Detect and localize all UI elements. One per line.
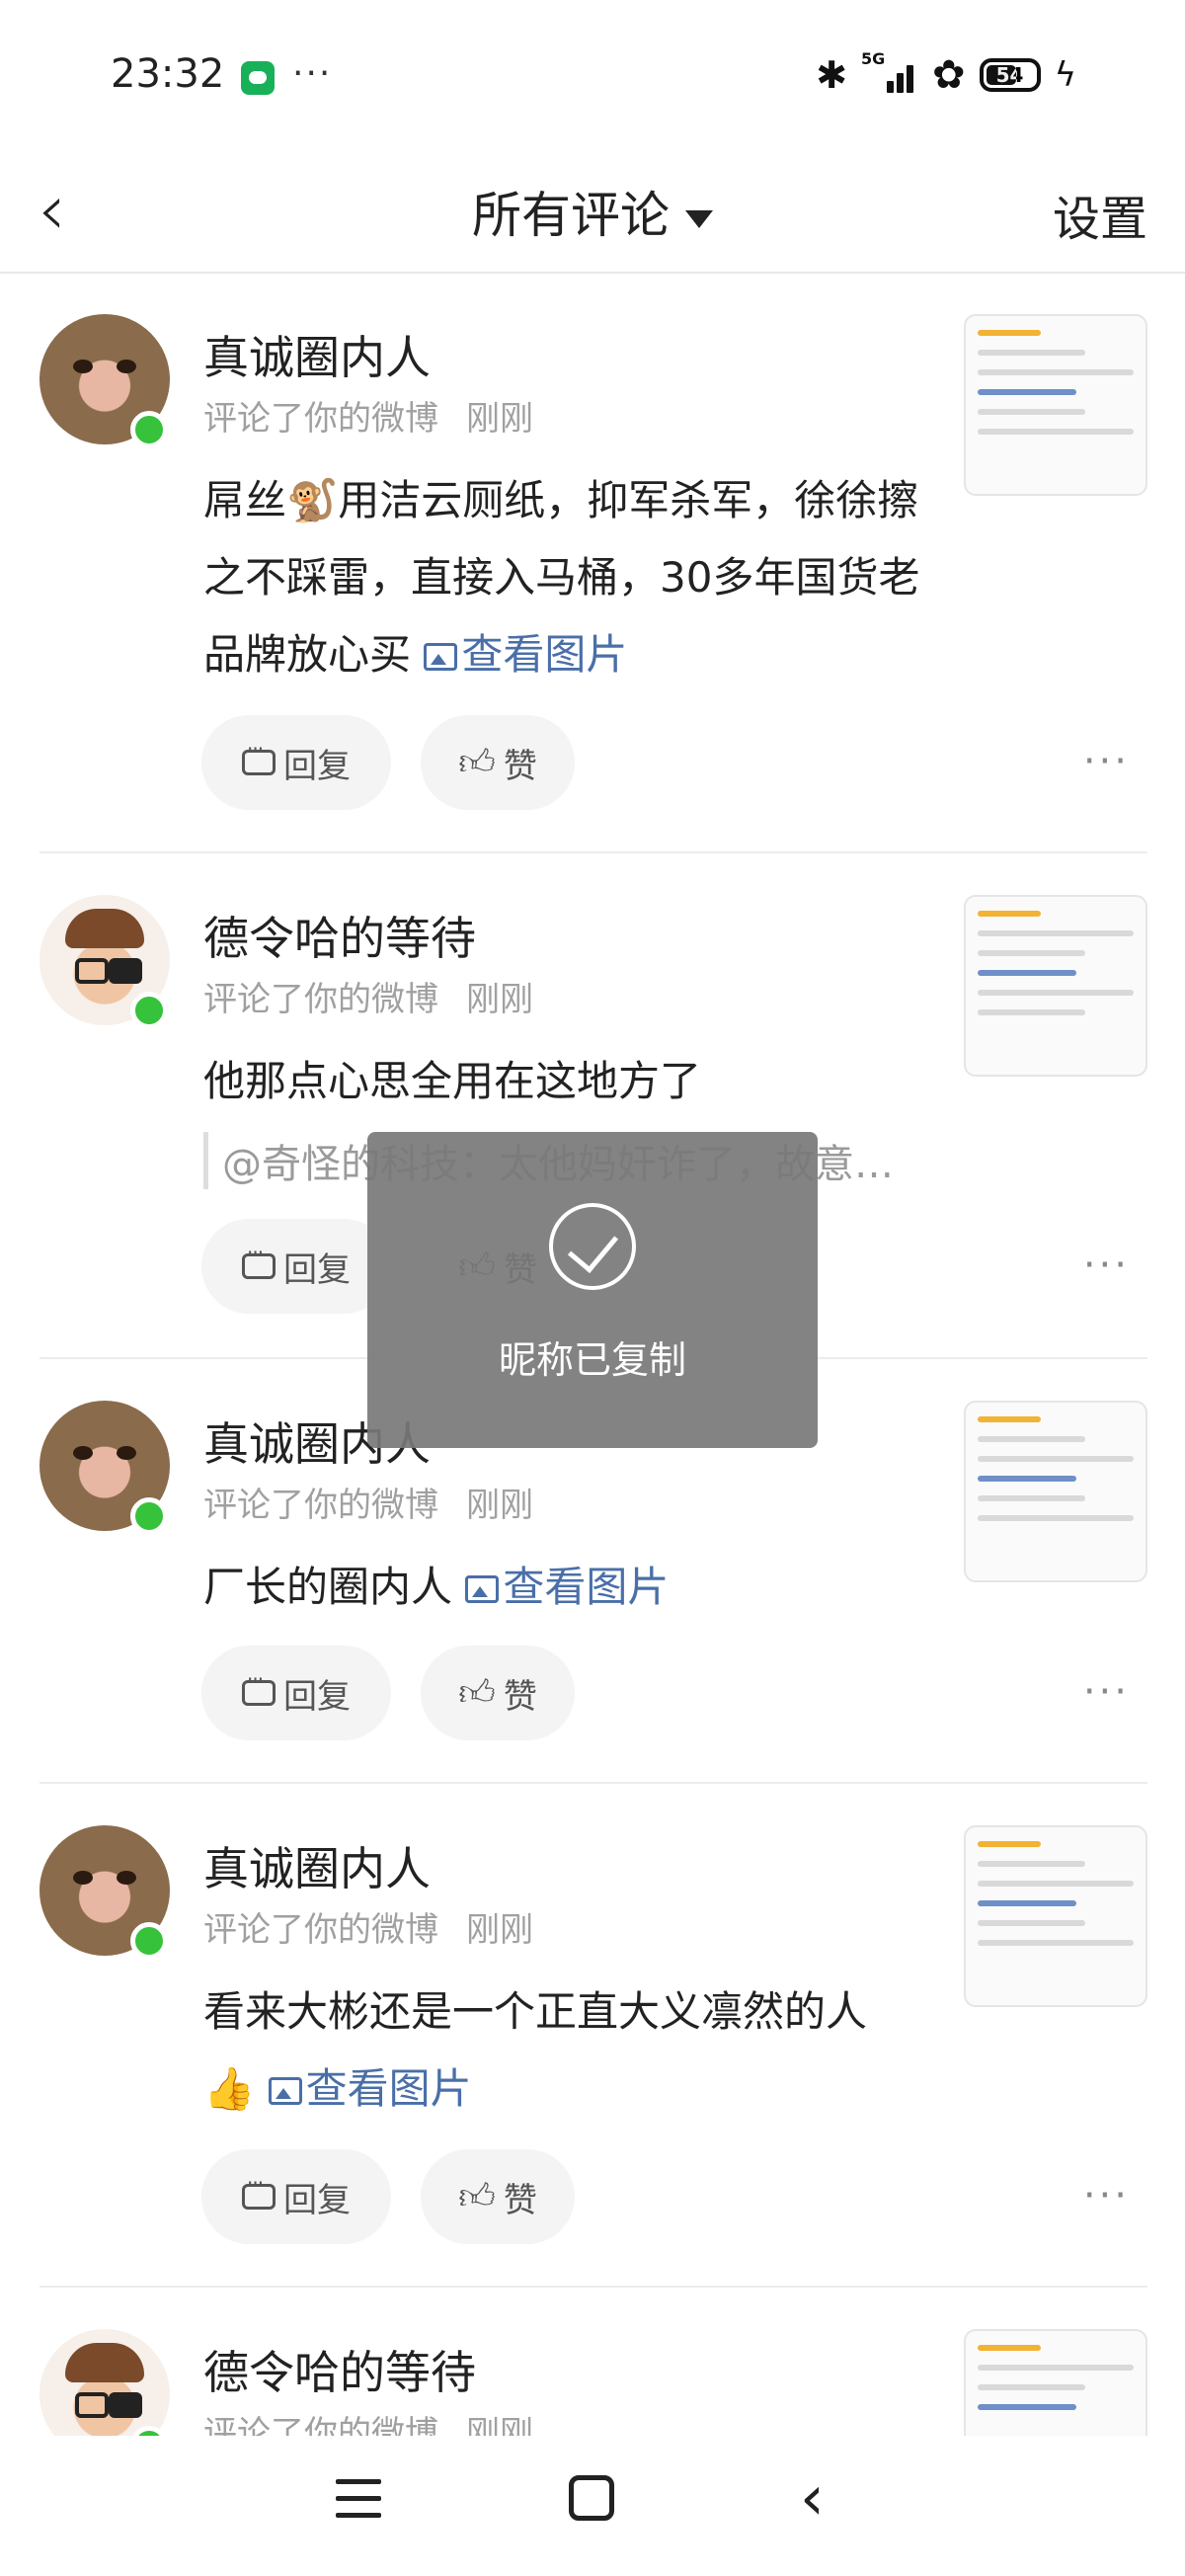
- more-options-icon[interactable]: ···: [1083, 1243, 1130, 1288]
- settings-button[interactable]: 设置: [1053, 180, 1147, 249]
- weibo-thumbnail[interactable]: [964, 895, 1147, 1077]
- comment-meta: 评论了你的微博 刚刚: [203, 1902, 533, 1951]
- image-icon: [465, 1575, 500, 1603]
- thumbs-up-icon: 👍︎: [458, 1673, 496, 1714]
- reply-button[interactable]: 回复: [201, 1646, 391, 1740]
- comment-time: 刚刚: [466, 2414, 533, 2436]
- reply-button[interactable]: 回复: [201, 715, 391, 810]
- weibo-thumbnail[interactable]: [964, 1825, 1147, 2007]
- thumbs-up-icon: 👍︎: [458, 743, 496, 783]
- like-button[interactable]: 👍︎赞: [421, 2149, 575, 2244]
- comment-text: 看来大彬还是一个正直大义凛然的人 👍 查看图片: [203, 1987, 868, 2113]
- system-nav-bar: ‹: [0, 2436, 1185, 2576]
- reply-button[interactable]: 回复: [201, 1219, 391, 1314]
- view-image-link[interactable]: 查看图片: [424, 630, 627, 679]
- status-time: 23:32: [111, 51, 225, 97]
- online-dot-icon: [130, 1497, 168, 1535]
- reply-button[interactable]: 回复: [201, 2149, 391, 2244]
- status-bar: 23:32 ··· ✱ 5G ✿ 54 ϟ: [0, 0, 1185, 158]
- nav-back-icon[interactable]: ‹: [800, 2461, 825, 2534]
- thumbs-up-icon: 👍︎: [458, 2177, 496, 2217]
- comment-text: 他那点心思全用在这地方了: [203, 1057, 702, 1105]
- more-options-icon[interactable]: ···: [1083, 739, 1130, 784]
- divider: [40, 2286, 1147, 2288]
- toast-message: 昵称已复制: [498, 1338, 686, 1382]
- comment-icon: [242, 1667, 276, 1706]
- more-notifications-icon: ···: [292, 53, 333, 94]
- weibo-thumbnail[interactable]: [964, 2329, 1147, 2436]
- status-icons: ✱ 5G ✿ 54 ϟ: [816, 49, 1076, 99]
- like-button[interactable]: 👍︎赞: [421, 715, 575, 810]
- comment-text: 厂长的圈内人 查看图片: [203, 1563, 670, 1611]
- like-button[interactable]: 👍︎赞: [421, 1646, 575, 1740]
- comment-icon: [242, 2171, 276, 2210]
- comment-time: 刚刚: [466, 1910, 533, 1950]
- filter-dropdown[interactable]: 所有评论: [0, 176, 1185, 247]
- comment-action: 评论了你的微博: [203, 1910, 438, 1950]
- menu-icon[interactable]: [336, 2479, 381, 2519]
- caret-down-icon: [685, 209, 713, 228]
- comment-icon: [242, 1241, 276, 1279]
- commenter-name[interactable]: 德令哈的等待: [203, 2337, 476, 2402]
- battery-level: 54: [995, 63, 1024, 87]
- image-icon: [424, 643, 458, 671]
- comment-text: 屌丝🐒用洁云厕纸，抑军杀军，徐徐擦之不踩雷，直接入马桶，30多年国货老品牌放心买…: [203, 476, 920, 679]
- wechat-icon: [241, 61, 275, 95]
- network-type: 5G: [861, 49, 886, 68]
- commenter-name[interactable]: 真诚圈内人: [203, 322, 431, 387]
- comment-action: 评论了你的微博: [203, 2414, 438, 2436]
- online-dot-icon: [130, 1922, 168, 1960]
- check-circle-icon: [549, 1203, 636, 1290]
- commenter-name[interactable]: 真诚圈内人: [203, 1833, 431, 1898]
- avatar[interactable]: [40, 2329, 170, 2436]
- thumbs-up-emoji: 👍: [203, 2064, 256, 2113]
- copied-toast: 昵称已复制: [367, 1132, 818, 1448]
- comment-meta: 评论了你的微博 刚刚: [203, 391, 533, 440]
- charging-icon: ϟ: [1054, 55, 1076, 95]
- comment-time: 刚刚: [466, 980, 533, 1019]
- view-image-link[interactable]: 查看图片: [465, 1563, 669, 1611]
- comment-time: 刚刚: [466, 1486, 533, 1525]
- flower-icon: ✿: [932, 52, 966, 98]
- top-bar: ‹ 所有评论 设置: [0, 158, 1185, 274]
- comment-icon: [242, 737, 276, 775]
- more-options-icon[interactable]: ···: [1083, 1669, 1130, 1715]
- battery-icon: 54: [979, 58, 1041, 92]
- signal-icon: 5G: [861, 49, 918, 97]
- page-title: 所有评论: [472, 187, 670, 244]
- more-options-icon[interactable]: ···: [1083, 2173, 1130, 2218]
- comment-time: 刚刚: [466, 399, 533, 439]
- online-dot-icon: [130, 992, 168, 1029]
- weibo-thumbnail[interactable]: [964, 314, 1147, 496]
- divider: [40, 1782, 1147, 1784]
- comment-meta: 评论了你的微博 刚刚: [203, 972, 533, 1020]
- commenter-name[interactable]: 德令哈的等待: [203, 903, 476, 968]
- comment-meta: 评论了你的微博 刚刚: [203, 1478, 533, 1526]
- divider: [40, 851, 1147, 853]
- bluetooth-icon: ✱: [816, 53, 848, 97]
- comment-action: 评论了你的微博: [203, 399, 438, 439]
- view-image-link[interactable]: 查看图片: [268, 2064, 472, 2113]
- image-icon: [268, 2077, 302, 2105]
- online-dot-icon: [130, 411, 168, 448]
- weibo-thumbnail[interactable]: [964, 1401, 1147, 1582]
- comment-action: 评论了你的微博: [203, 980, 438, 1019]
- home-square-icon[interactable]: [569, 2475, 614, 2521]
- comment-action: 评论了你的微博: [203, 1486, 438, 1525]
- comment-meta: 评论了你的微博 刚刚: [203, 2406, 533, 2436]
- comment-item[interactable]: 德令哈的等待 评论了你的微博 刚刚: [0, 2329, 1185, 2436]
